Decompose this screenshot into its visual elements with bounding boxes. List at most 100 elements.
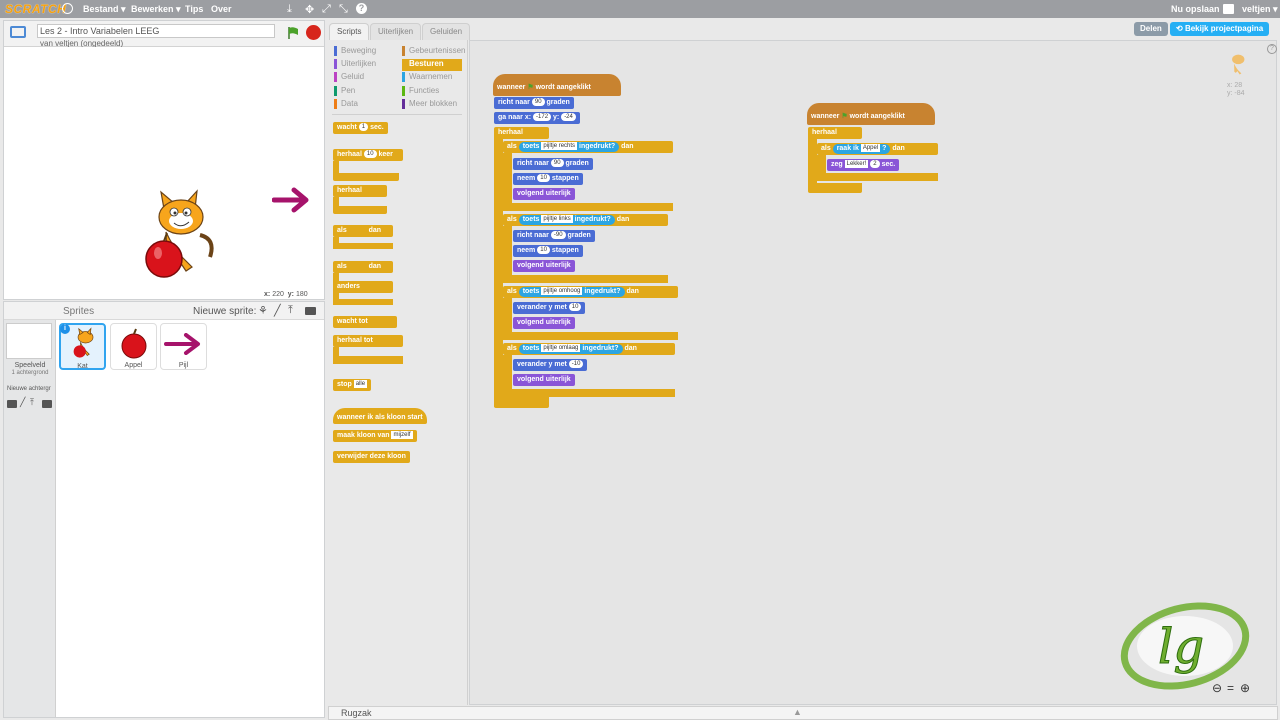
category-events[interactable]: Gebeurtenissen	[402, 46, 465, 58]
backpack-bar[interactable]: Rugzak ▲	[328, 706, 1278, 720]
tab-costumes[interactable]: Uiterlijken	[370, 23, 422, 40]
chevron-up-icon[interactable]: ▲	[793, 707, 802, 717]
stage-canvas[interactable]	[4, 47, 324, 287]
backdrop-upload-icon[interactable]: ⤒	[30, 397, 34, 408]
tab-sounds[interactable]: Geluiden	[422, 23, 471, 40]
menu-file[interactable]: Bestand ▾	[83, 4, 126, 15]
block-goto-xy[interactable]: ga naar x: -172 y: -24	[494, 112, 580, 124]
lg-watermark-logo: lg	[1120, 602, 1250, 690]
block-move-left[interactable]: neem 10 stappen	[513, 245, 583, 257]
tab-scripts[interactable]: Scripts	[329, 23, 370, 40]
mouse-coords: x: 220 y: 180	[264, 291, 308, 298]
help-icon[interactable]: ?	[356, 3, 367, 14]
save-now-link[interactable]: Nu opslaan	[1171, 4, 1220, 14]
see-project-page-button[interactable]: ⟲ Bekijk projectpagina	[1170, 22, 1270, 36]
block-point-right[interactable]: richt naar 90 graden	[513, 158, 593, 170]
block-palette: Beweging Uiterlijken Geluid Pen Data Geb…	[328, 40, 468, 705]
block-repeat-until[interactable]: herhaal tot	[333, 335, 403, 347]
duplicate-icon[interactable]: ⤓	[287, 3, 292, 16]
new-backdrop-label: Nieuwe achtergr	[7, 386, 51, 392]
block-if-else[interactable]: als dan	[333, 261, 393, 273]
sprite-name: Pijl	[178, 362, 189, 369]
user-menu[interactable]: veltjen ▾	[1242, 4, 1278, 15]
project-title-input[interactable]: Les 2 - Intro Variabelen LEEG	[37, 24, 275, 38]
library-sprite-icon[interactable]: ⚘	[258, 304, 268, 317]
block-when-flag-clicked[interactable]: wanneer ⚑ wordt aangeklikt	[493, 74, 621, 96]
block-when-clone[interactable]: wanneer ik als kloon start	[333, 408, 427, 424]
menu-about[interactable]: Over	[211, 4, 232, 14]
block-if-touching[interactable]: als raak ik Appel ? dan	[817, 143, 938, 155]
block-repeat[interactable]: herhaal 10 keer	[333, 149, 403, 161]
menu-edit[interactable]: Bewerken ▾	[131, 4, 181, 15]
block-next-costume-right[interactable]: volgend uiterlijk	[513, 188, 575, 200]
zoom-reset-icon[interactable]: =	[1227, 681, 1234, 695]
block-change-y-down[interactable]: verander y met -10	[513, 359, 588, 371]
block-change-y-up[interactable]: verander y met 10	[513, 302, 586, 314]
block-point-direction[interactable]: richt naar 90 graden	[494, 97, 574, 109]
presentation-mode-icon[interactable]	[10, 26, 26, 38]
script-area[interactable]: ? x: 28 y: -84 wanneer ⚑ wordt aangeklik…	[469, 40, 1277, 705]
zoom-out-icon[interactable]: ⊖	[1212, 681, 1222, 695]
category-pen[interactable]: Pen	[334, 86, 355, 98]
block-wait[interactable]: wacht 1 sec.	[333, 122, 388, 134]
green-flag-icon[interactable]	[286, 26, 300, 40]
block-if-down[interactable]: als toets pijltje omlaag ingedrukt? dan	[503, 343, 675, 355]
category-more-blocks[interactable]: Meer blokken	[402, 99, 457, 111]
backdrop-library-icon[interactable]	[7, 400, 17, 408]
stage-header: Les 2 - Intro Variabelen LEEG van veltje…	[4, 21, 324, 48]
block-move-right[interactable]: neem 10 stappen	[513, 173, 583, 185]
category-looks[interactable]: Uiterlijken	[334, 59, 376, 71]
category-data[interactable]: Data	[334, 99, 358, 111]
grow-icon[interactable]: ⤢	[322, 3, 331, 16]
zoom-in-icon[interactable]: ⊕	[1240, 681, 1250, 695]
block-stop[interactable]: stop alle	[333, 379, 372, 391]
category-sensing[interactable]: Waarnemen	[402, 72, 452, 84]
arrow-sprite[interactable]	[272, 187, 312, 213]
backdrop-camera-icon[interactable]	[42, 400, 52, 408]
block-say-for-secs[interactable]: zeg Lekker! 2 sec.	[827, 159, 900, 171]
folder-icon[interactable]	[1223, 4, 1234, 14]
block-delete-clone[interactable]: verwijder deze kloon	[333, 451, 410, 463]
block-if[interactable]: als dan	[333, 225, 393, 237]
cat-sprite[interactable]	[134, 187, 219, 287]
block-if-right[interactable]: als toets pijltje rechts ingedrukt? dan	[503, 141, 673, 153]
backpack-label: Rugzak	[341, 708, 372, 718]
block-next-costume-left[interactable]: volgend uiterlijk	[513, 260, 575, 272]
sprite-name: Appel	[124, 362, 143, 369]
sprite-thumb-kat[interactable]: i Kat	[59, 323, 106, 370]
block-wait-until[interactable]: wacht tot	[333, 316, 397, 328]
shrink-icon[interactable]: ⤡	[339, 3, 348, 16]
menu-tips[interactable]: Tips	[185, 4, 203, 14]
category-operators[interactable]: Functies	[402, 86, 439, 98]
paint-sprite-icon[interactable]: ╱	[274, 304, 281, 317]
stage-thumbnail[interactable]	[6, 323, 52, 359]
category-control[interactable]: Besturen	[402, 59, 462, 71]
new-sprite-label: Nieuwe sprite:	[193, 306, 257, 317]
block-next-costume-down[interactable]: volgend uiterlijk	[513, 374, 575, 386]
camera-sprite-icon[interactable]	[305, 307, 316, 315]
help-circle-icon[interactable]: ?	[1267, 44, 1277, 54]
backdrop-count: 1 achtergrond	[11, 370, 49, 376]
block-create-clone[interactable]: maak kloon van mijzelf	[333, 430, 417, 442]
globe-icon[interactable]	[62, 3, 73, 14]
block-forever[interactable]: herhaal	[333, 185, 387, 197]
sprites-title: Sprites	[63, 306, 95, 317]
upload-sprite-icon[interactable]: ⤒	[288, 304, 293, 317]
sprite-panel: Sprites Nieuwe sprite: ⚘ ╱ ⤒ Speelveld 1…	[3, 301, 325, 718]
sprite-name: Kat	[77, 363, 88, 370]
block-if-left[interactable]: als toets pijltje links ingedrukt? dan	[503, 214, 668, 226]
block-when-flag-clicked-2[interactable]: wanneer ⚑ wordt aangeklikt	[807, 103, 935, 125]
sprite-y: y: -84	[1227, 90, 1245, 97]
scratch-logo[interactable]: SCRATCH	[5, 2, 66, 16]
backdrop-paint-icon[interactable]: ╱	[20, 397, 25, 408]
share-button[interactable]: Delen	[1134, 22, 1168, 36]
cut-icon[interactable]: ✥	[305, 3, 314, 16]
block-point-left[interactable]: richt naar -90 graden	[513, 230, 595, 242]
sprite-thumb-pijl[interactable]: Pijl	[160, 323, 207, 370]
category-motion[interactable]: Beweging	[334, 46, 376, 58]
category-sound[interactable]: Geluid	[334, 72, 364, 84]
block-if-up[interactable]: als toets pijltje omhoog ingedrukt? dan	[503, 286, 678, 298]
stop-icon[interactable]	[306, 25, 321, 40]
block-next-costume-up[interactable]: volgend uiterlijk	[513, 317, 575, 329]
sprite-thumb-appel[interactable]: Appel	[110, 323, 157, 370]
